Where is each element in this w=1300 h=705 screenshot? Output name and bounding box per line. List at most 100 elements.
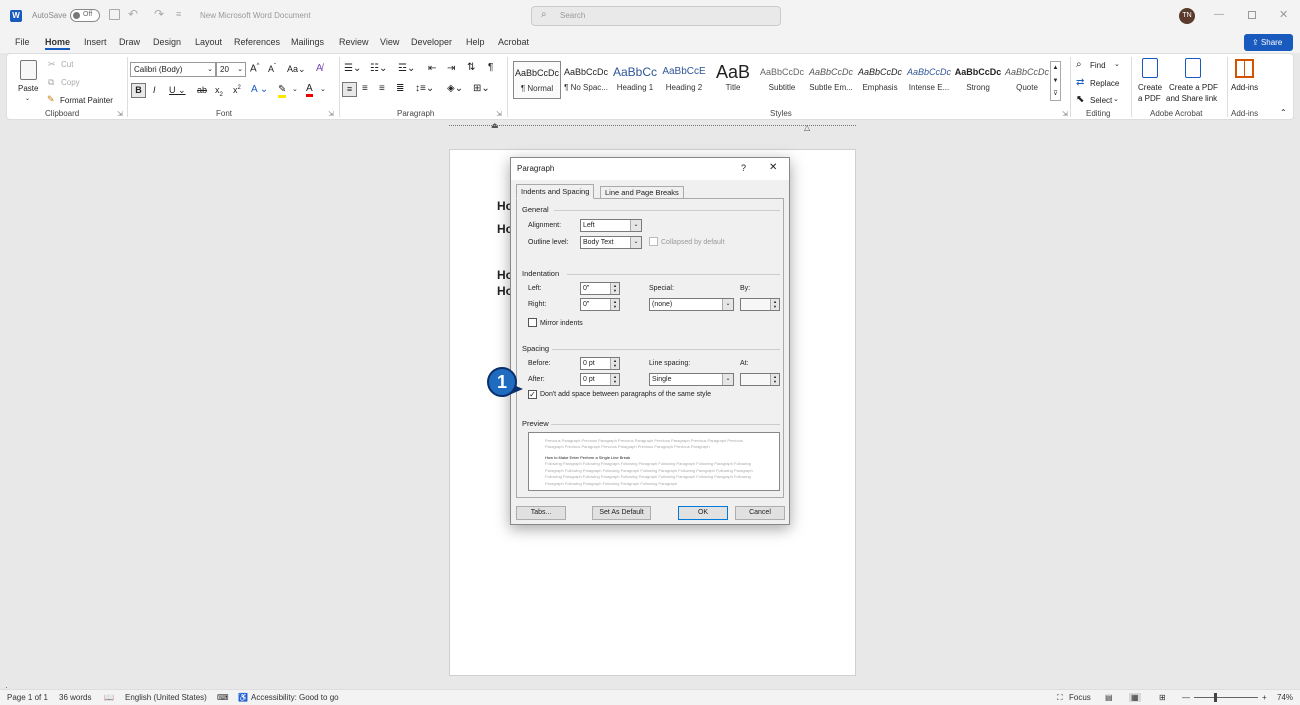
strikethrough-icon[interactable]: ab	[197, 85, 207, 95]
highlight-dropdown-icon[interactable]: ⌄	[292, 85, 298, 93]
addins-icon[interactable]	[1235, 59, 1254, 78]
word-logo-icon[interactable]: W	[10, 10, 22, 22]
numbering-icon[interactable]: ☷⌄	[370, 63, 387, 74]
tab-line-and-page-breaks[interactable]: Line and Page Breaks	[600, 186, 684, 198]
dialog-launcher-icon[interactable]: ⇲	[328, 110, 334, 118]
save-icon[interactable]	[109, 9, 120, 20]
collapse-ribbon-icon[interactable]: ⌃	[1280, 108, 1287, 117]
clear-formatting-icon[interactable]: A̸	[316, 63, 323, 74]
bullets-icon[interactable]: ☰⌄	[344, 63, 361, 74]
undo-icon[interactable]: ↶	[128, 7, 138, 21]
styles-scroll[interactable]: ▲ ▼ ⊽	[1050, 61, 1061, 101]
line-spacing-icon[interactable]: ↕≡⌄	[415, 83, 434, 94]
tab-insert[interactable]: Insert	[84, 37, 107, 47]
minimize-icon[interactable]: —	[1214, 9, 1224, 20]
tab-mailings[interactable]: Mailings	[291, 37, 324, 47]
style-intense-emphasis[interactable]: AaBbCcDc Intense E...	[905, 61, 953, 99]
increase-indent-icon[interactable]: ⇥	[447, 63, 455, 74]
horizontal-ruler[interactable]: ⏏ △	[0, 120, 1300, 134]
decrease-indent-icon[interactable]: ⇤	[428, 63, 436, 74]
shrink-font-icon[interactable]: Aˇ	[268, 64, 276, 74]
style-strong[interactable]: AaBbCcDc Strong	[954, 61, 1002, 99]
underline-icon[interactable]: U ⌄	[169, 85, 186, 96]
show-marks-icon[interactable]: ¶	[488, 62, 493, 73]
multilevel-list-icon[interactable]: ☲⌄	[398, 63, 415, 74]
justify-icon[interactable]: ≣	[396, 83, 404, 94]
dialog-launcher-icon[interactable]: ⇲	[1062, 110, 1068, 118]
autosave-toggle[interactable]: Off	[70, 9, 100, 22]
superscript-icon[interactable]: x2	[233, 85, 241, 95]
proofing-icon[interactable]: 📖	[104, 693, 114, 702]
cut-icon[interactable]: ✂	[48, 59, 56, 70]
redo-icon[interactable]: ↷	[154, 7, 164, 21]
restore-icon[interactable]	[1248, 11, 1256, 19]
tab-acrobat[interactable]: Acrobat	[498, 37, 529, 47]
left-indent-input[interactable]: 0" ▲ ▼	[580, 282, 620, 295]
borders-icon[interactable]: ⊞⌄	[473, 83, 490, 94]
shading-icon[interactable]: ◈⌄	[447, 83, 463, 94]
text-effects-icon[interactable]: A ⌄	[251, 84, 268, 95]
spinner-icon[interactable]: ▲ ▼	[610, 299, 619, 310]
cut-label[interactable]: Cut	[61, 60, 73, 69]
replace-label[interactable]: Replace	[1090, 79, 1119, 88]
language[interactable]: English (United States)	[125, 693, 207, 702]
spinner-icon[interactable]: ▲ ▼	[610, 358, 619, 369]
after-input[interactable]: 0 pt ▲ ▼	[580, 373, 620, 386]
style-emphasis[interactable]: AaBbCcDc Emphasis	[856, 61, 904, 99]
document-title[interactable]: New Microsoft Word Document	[200, 11, 311, 20]
tab-review[interactable]: Review	[339, 37, 369, 47]
spinner-icon[interactable]: ▲ ▼	[770, 374, 779, 385]
print-layout-icon[interactable]: ▦	[1129, 693, 1141, 702]
accessibility-status[interactable]: Accessibility: Good to go	[251, 693, 339, 702]
align-right-icon[interactable]: ≡	[379, 83, 385, 94]
align-left-icon[interactable]: ≡	[342, 82, 357, 97]
zoom-out-icon[interactable]: —	[1182, 693, 1190, 702]
at-input[interactable]: ▲ ▼	[740, 373, 780, 386]
focus-icon[interactable]: ⛶	[1057, 693, 1063, 703]
align-center-icon[interactable]: ≡	[362, 83, 368, 94]
style-subtle-emphasis[interactable]: AaBbCcDc Subtle Em...	[807, 61, 855, 99]
close-icon[interactable]: ✕	[769, 162, 777, 173]
customize-qat-icon[interactable]: ≡	[176, 9, 181, 19]
search-box[interactable]: ⌕ Search	[531, 6, 781, 26]
tab-design[interactable]: Design	[153, 37, 181, 47]
paste-button[interactable]: Paste ⌄	[17, 58, 41, 102]
share-pdf-label-1[interactable]: Create a PDF	[1169, 83, 1218, 92]
right-indent-input[interactable]: 0" ▲ ▼	[580, 298, 620, 311]
read-mode-icon[interactable]: ▤	[1105, 693, 1113, 702]
copy-icon[interactable]: ⧉	[48, 77, 54, 88]
dialog-titlebar[interactable]: Paragraph ? ✕	[511, 158, 789, 180]
style-heading-2[interactable]: AaBbCcE Heading 2	[660, 61, 708, 99]
tab-indents-and-spacing[interactable]: Indents and Spacing	[516, 184, 595, 199]
share-pdf-label-2[interactable]: and Share link	[1166, 94, 1217, 103]
highlight-icon[interactable]: ✎	[278, 84, 287, 98]
tab-file[interactable]: File	[15, 37, 30, 47]
chevron-down-icon[interactable]: ⌄	[1113, 95, 1119, 103]
dialog-launcher-icon[interactable]: ⇲	[117, 110, 123, 118]
tab-layout[interactable]: Layout	[195, 37, 222, 47]
italic-icon[interactable]: I	[153, 85, 156, 95]
style-subtitle[interactable]: AaBbCcDc Subtitle	[758, 61, 806, 99]
close-window-icon[interactable]: ✕	[1279, 8, 1288, 21]
style-normal[interactable]: AaBbCcDc ¶ Normal	[513, 61, 561, 99]
create-pdf-icon[interactable]	[1142, 58, 1158, 78]
chevron-down-icon[interactable]: ⌄	[1114, 60, 1120, 68]
dialog-launcher-icon[interactable]: ⇲	[496, 110, 502, 118]
mirror-indents-checkbox[interactable]	[528, 318, 537, 327]
select-label[interactable]: Select	[1090, 96, 1112, 105]
dont-add-space-checkbox[interactable]: ✓	[528, 390, 537, 399]
font-size-select[interactable]: 20 ⌄	[216, 62, 246, 77]
subscript-icon[interactable]: x2	[215, 85, 223, 98]
share-pdf-icon[interactable]	[1185, 58, 1201, 78]
web-layout-icon[interactable]: ⊞	[1159, 693, 1166, 702]
indent-marker-icon[interactable]: ⏏	[491, 121, 499, 130]
spinner-icon[interactable]: ▲ ▼	[610, 283, 619, 294]
track-changes-icon[interactable]: ⌨	[217, 693, 229, 702]
cancel-button[interactable]: Cancel	[735, 506, 785, 520]
create-pdf-label-1[interactable]: Create	[1138, 83, 1162, 92]
bold-icon[interactable]: B	[131, 83, 146, 98]
tab-developer[interactable]: Developer	[411, 37, 452, 47]
accessibility-icon[interactable]: ♿	[238, 693, 248, 702]
sort-icon[interactable]: ⇅	[467, 62, 475, 73]
help-icon[interactable]: ?	[741, 163, 746, 173]
